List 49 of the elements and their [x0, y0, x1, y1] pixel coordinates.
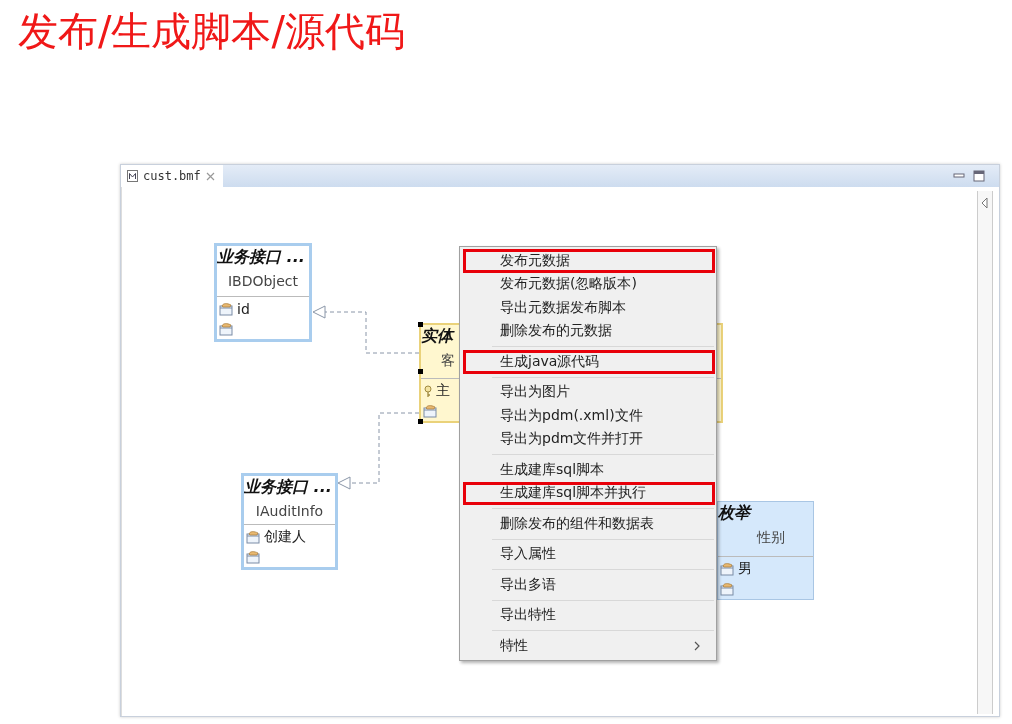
- node-name: 性别: [756, 529, 785, 545]
- key-icon: [423, 384, 433, 398]
- menu-item[interactable]: 特性: [463, 634, 715, 658]
- slide-title: 发布/生成脚本/源代码: [18, 7, 405, 56]
- attribute-label: 创建人: [264, 528, 306, 546]
- menu-item[interactable]: 删除发布的元数据: [463, 319, 715, 343]
- menu-item[interactable]: 导出多语: [463, 573, 715, 597]
- node-title: 业务接口 ...: [217, 247, 305, 266]
- field-icon: [219, 322, 234, 336]
- menu-item[interactable]: 导出为pdm文件并打开: [463, 427, 715, 451]
- class-node[interactable]: 业务接口 ... IAuditInfo 创建人: [241, 473, 338, 570]
- menu-item[interactable]: 导出为pdm(.xml)文件: [463, 404, 715, 428]
- menu-item[interactable]: 生成建库sql脚本并执行: [463, 481, 715, 505]
- scrollbar[interactable]: [977, 191, 993, 714]
- close-icon[interactable]: [205, 171, 215, 181]
- menu-item[interactable]: 生成java源代码: [463, 350, 715, 374]
- menu-item[interactable]: 导入属性: [463, 542, 715, 566]
- menu-item[interactable]: 生成建库sql脚本: [463, 458, 715, 482]
- selection-handle[interactable]: [418, 322, 423, 327]
- node-name: IAuditInfo: [255, 503, 324, 519]
- field-icon: [720, 582, 735, 596]
- field-icon: [720, 562, 735, 576]
- maximize-icon[interactable]: [973, 170, 985, 182]
- editor-tab[interactable]: cust.bmf: [121, 165, 223, 187]
- node-title: 枚举: [718, 503, 750, 522]
- menu-item[interactable]: 删除发布的组件和数据表: [463, 512, 715, 536]
- file-icon: [127, 170, 138, 182]
- menu-item[interactable]: 导出特性: [463, 603, 715, 627]
- attribute-label: 主: [436, 382, 450, 400]
- field-icon: [423, 404, 438, 418]
- field-icon: [219, 302, 234, 316]
- menu-item[interactable]: 导出元数据发布脚本: [463, 296, 715, 320]
- selection-handle[interactable]: [418, 419, 423, 424]
- field-icon: [246, 530, 261, 544]
- scroll-arrow-icon[interactable]: [981, 197, 989, 209]
- menu-item[interactable]: 发布元数据(忽略版本): [463, 272, 715, 296]
- class-node[interactable]: 业务接口 ... IBDObject id: [214, 243, 312, 342]
- minimize-icon[interactable]: [953, 171, 965, 181]
- selection-handle[interactable]: [418, 369, 423, 375]
- attribute-label: 男: [738, 560, 752, 578]
- attribute-label: id: [237, 301, 250, 317]
- node-name: IBDObject: [227, 273, 299, 289]
- node-name: 客: [441, 352, 455, 368]
- menu-item[interactable]: 发布元数据: [463, 249, 715, 273]
- class-node[interactable]: 枚举 性别 男: [717, 501, 814, 600]
- node-title: 实体: [421, 326, 453, 345]
- menu-item[interactable]: 导出为图片: [463, 380, 715, 404]
- node-title: 业务接口 ...: [244, 477, 332, 496]
- field-icon: [246, 550, 261, 564]
